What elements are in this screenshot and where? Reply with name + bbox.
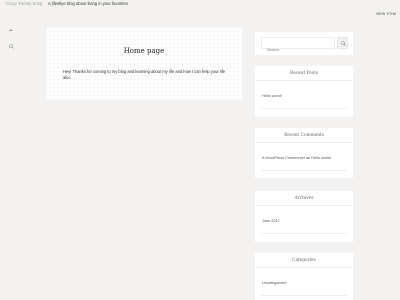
divider <box>255 267 353 268</box>
more-icon[interactable]: •• <box>9 28 13 34</box>
divider <box>261 233 347 234</box>
site-title[interactable]: Crazy Twenty Song <box>6 1 42 6</box>
comment-author-link[interactable]: A WordPress Commenter <box>262 156 305 160</box>
comment-on-text: on <box>306 156 311 160</box>
comment-post-link[interactable]: Hello world! <box>311 156 331 160</box>
archives-title: Archives <box>294 196 314 201</box>
page-body-text: Hey! Thanks for coming to my blog and le… <box>63 69 226 80</box>
recent-post-link[interactable]: Hello world! <box>262 94 282 98</box>
new-item-link[interactable]: NEW ITEM <box>376 12 396 16</box>
recent-comment-item: A WordPress Commenter on Hello world! <box>262 156 331 160</box>
recent-comments-widget: Recent Comments A WordPress Commenter on… <box>255 128 353 178</box>
recent-posts-title: Recent Posts <box>289 71 319 76</box>
divider <box>261 295 347 296</box>
search-icon[interactable] <box>9 44 14 51</box>
archives-widget: Archives June 2017 <box>255 191 353 242</box>
search-input[interactable] <box>262 45 334 55</box>
categories-title: Categories <box>292 258 316 263</box>
search-widget <box>255 32 353 55</box>
page-title: Home page <box>123 47 165 55</box>
divider <box>261 108 347 109</box>
recent-comments-title: Recent Comments <box>284 133 324 138</box>
divider <box>255 80 353 81</box>
divider <box>255 142 353 143</box>
search-box <box>261 37 335 55</box>
categories-widget: Categories Uncategorized <box>255 253 353 300</box>
divider <box>255 205 353 206</box>
top-bar: Crazy Twenty Song A lifestlye blog about… <box>0 0 400 16</box>
divider <box>261 170 347 171</box>
recent-posts-widget: Recent Posts Hello world! <box>255 66 353 117</box>
home-page-card: Home page Hey! Thanks for coming to my b… <box>46 27 242 100</box>
site-tagline: A lifestlye blog about living in your fa… <box>48 1 128 6</box>
search-button[interactable] <box>337 37 348 49</box>
archive-link[interactable]: June 2017 <box>262 219 280 223</box>
category-link[interactable]: Uncategorized <box>262 281 286 285</box>
